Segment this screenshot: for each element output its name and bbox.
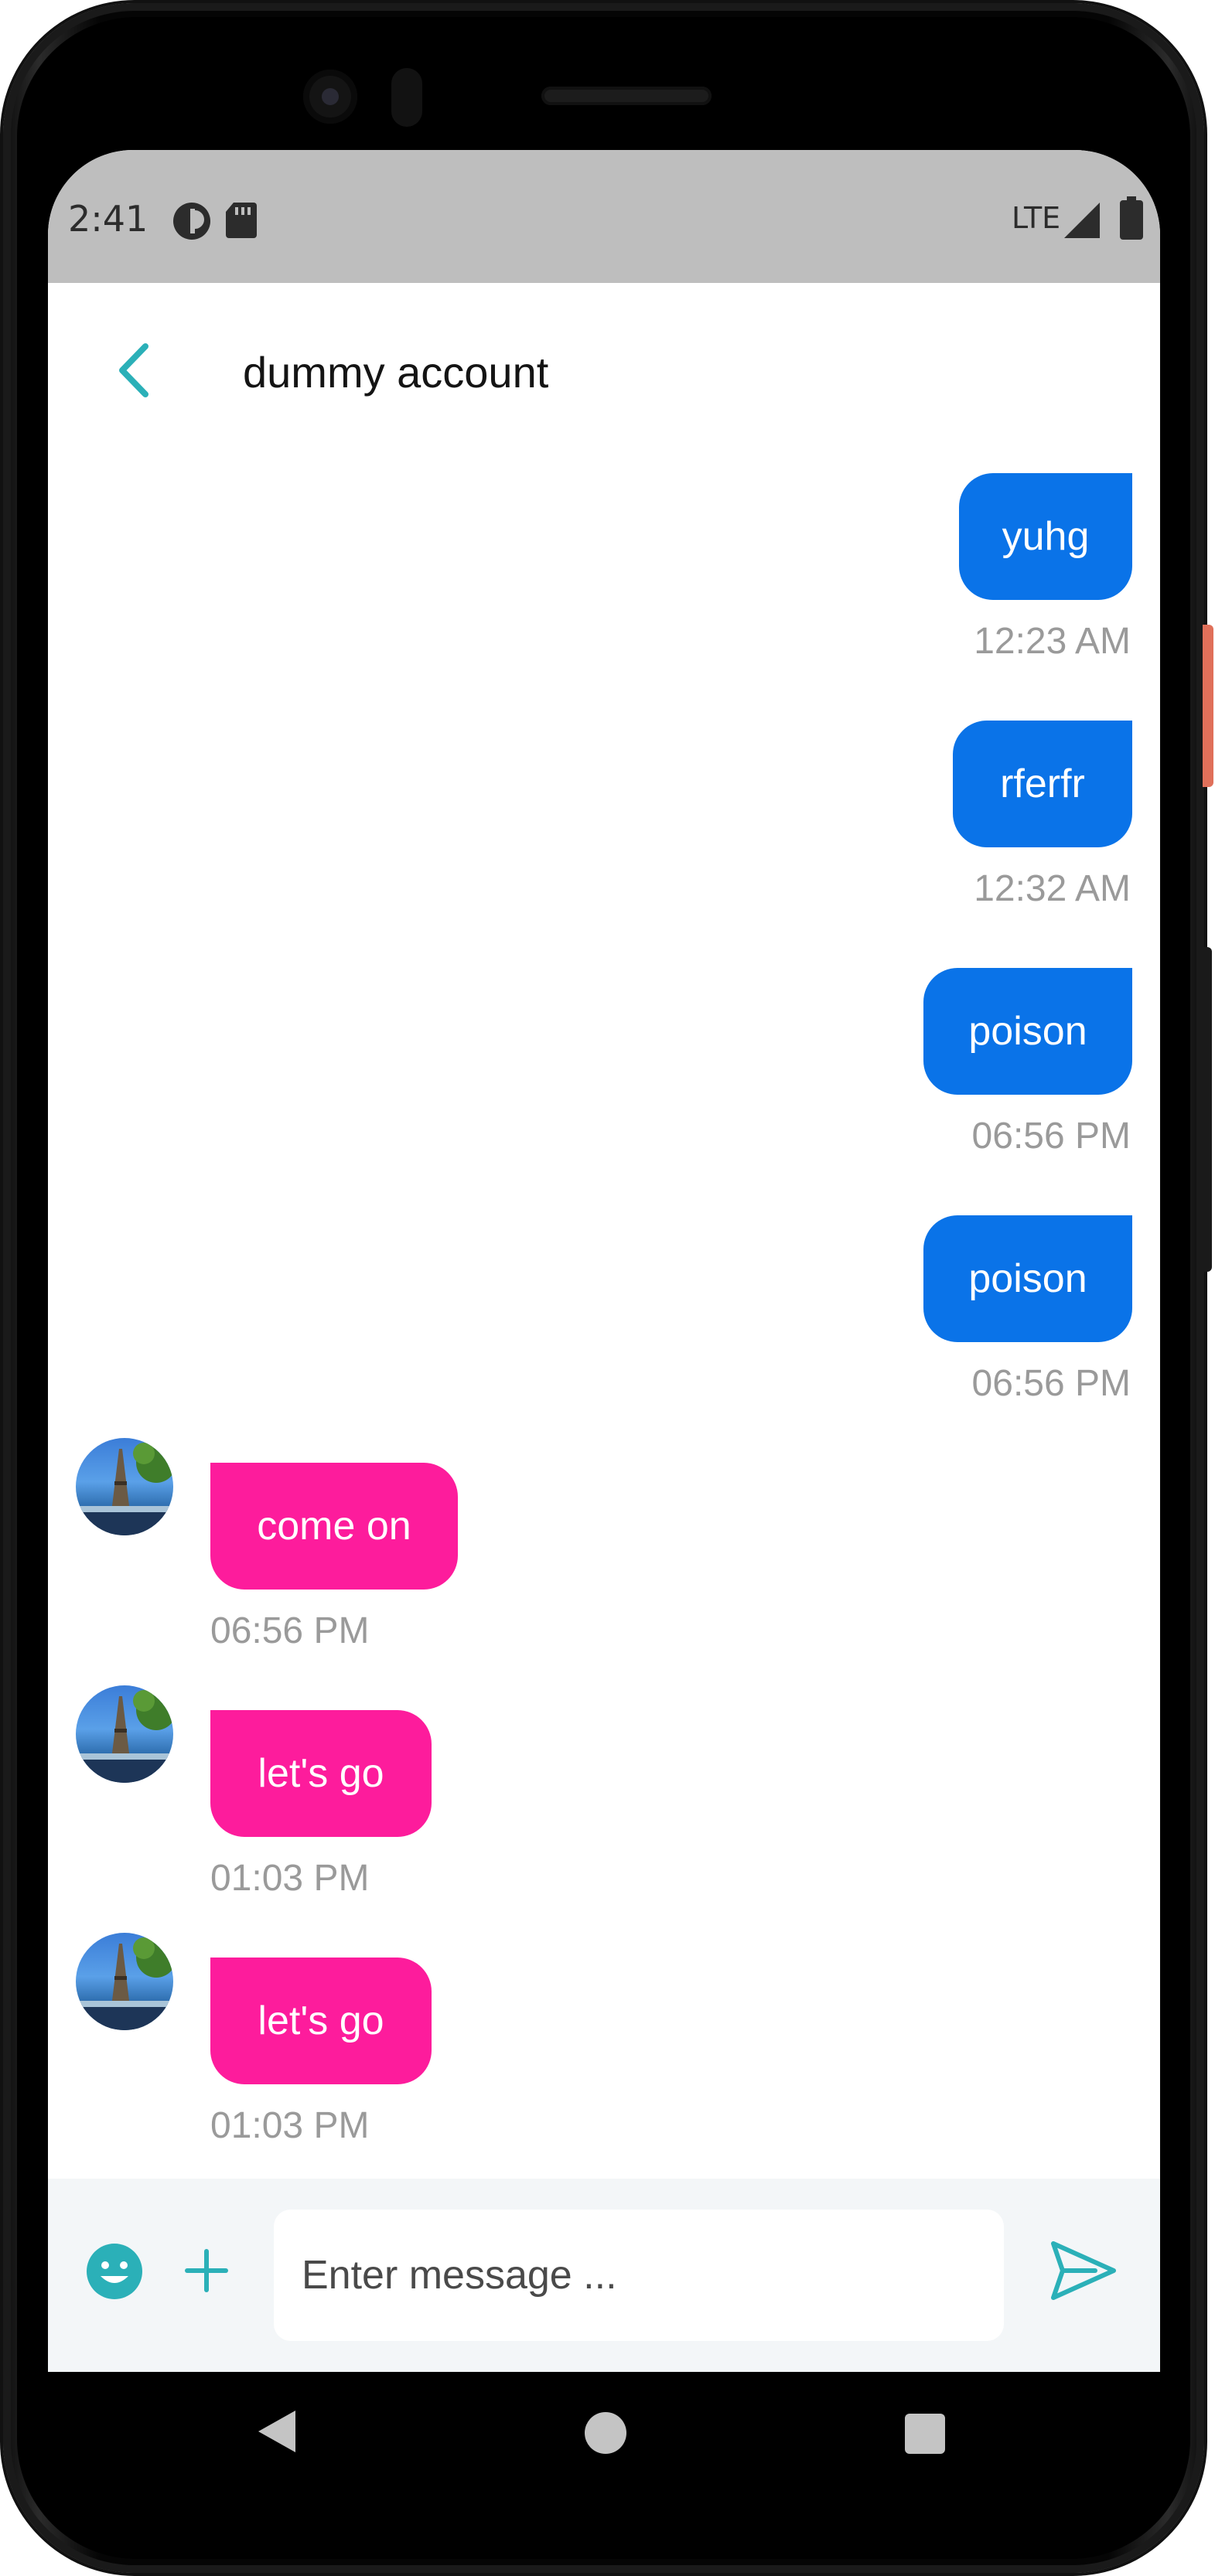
status-time: 2:41 [68, 198, 148, 240]
message-input[interactable] [274, 2210, 1004, 2341]
earpiece-speaker [541, 87, 712, 105]
avatar-image [76, 1443, 173, 1535]
nav-home-icon[interactable] [585, 2412, 626, 2454]
avatar-image [76, 1690, 173, 1783]
app-notification-icon [173, 203, 210, 240]
send-icon[interactable] [1049, 2237, 1118, 2304]
chat-title: dummy account [243, 348, 549, 397]
nav-recents-icon[interactable] [905, 2414, 945, 2454]
message-timestamp: 06:56 PM [210, 1610, 370, 1651]
avatar-image [76, 1937, 173, 2030]
proximity-sensor [391, 68, 422, 127]
nav-back-icon[interactable] [255, 2407, 299, 2455]
network-type: LTE [1012, 201, 1061, 235]
sd-card-icon [226, 203, 257, 238]
message-timestamp: 12:32 AM [974, 868, 1131, 909]
message-timestamp: 06:56 PM [971, 1363, 1131, 1404]
message-timestamp: 06:56 PM [971, 1116, 1131, 1157]
message-bubble-outgoing[interactable]: yuhg [959, 473, 1132, 600]
front-camera [303, 70, 357, 124]
contact-avatar[interactable] [76, 1438, 173, 1535]
message-bubble-outgoing[interactable]: poison [923, 1215, 1132, 1342]
power-button [1203, 625, 1213, 787]
message-timestamp: 01:03 PM [210, 1858, 370, 1899]
status-bar: 2:41 LTE [48, 150, 1160, 283]
message-bubble-incoming[interactable]: come on [210, 1463, 458, 1590]
message-bubble-incoming[interactable]: let's go [210, 1710, 432, 1837]
contact-avatar[interactable] [76, 1685, 173, 1783]
chat-header [48, 283, 1160, 422]
chevron-left-icon[interactable] [110, 336, 159, 405]
contact-avatar[interactable] [76, 1933, 173, 2030]
signal-icon [1064, 203, 1100, 238]
message-bubble-outgoing[interactable]: rferfr [953, 721, 1132, 847]
volume-button [1203, 947, 1212, 1272]
battery-icon [1120, 196, 1143, 240]
message-timestamp: 01:03 PM [210, 2105, 370, 2146]
message-timestamp: 12:23 AM [974, 621, 1131, 662]
plus-icon[interactable] [181, 2245, 232, 2296]
message-bubble-incoming[interactable]: let's go [210, 1958, 432, 2084]
screen: 2:41 LTE dummy account yuhg 12:23 AM rfe… [48, 150, 1160, 2372]
emoji-icon[interactable] [85, 2242, 144, 2301]
message-bubble-outgoing[interactable]: poison [923, 968, 1132, 1095]
